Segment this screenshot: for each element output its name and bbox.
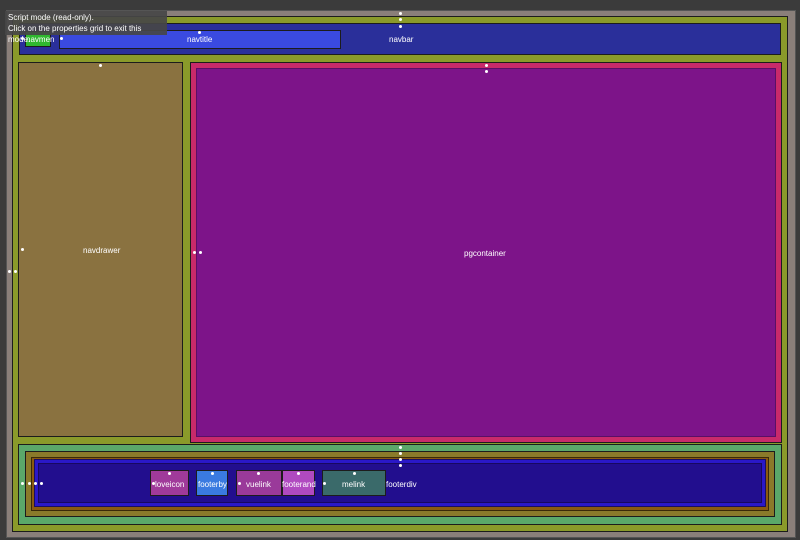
connector-dot bbox=[14, 270, 17, 273]
connector-dot bbox=[257, 472, 260, 475]
connector-dot bbox=[399, 12, 402, 15]
navdrawer-label: navdrawer bbox=[83, 246, 121, 255]
melink-label: melink bbox=[342, 480, 366, 489]
connector-dot bbox=[238, 482, 241, 485]
footerby-label: footerby bbox=[198, 480, 227, 489]
connector-dot bbox=[198, 31, 201, 34]
connector-dot bbox=[323, 482, 326, 485]
connector-dot bbox=[399, 18, 402, 21]
connector-dot bbox=[399, 464, 402, 467]
connector-dot bbox=[297, 472, 300, 475]
connector-dot bbox=[28, 482, 31, 485]
connector-dot bbox=[211, 472, 214, 475]
tooltip-line-2: Click on the properties grid to exit thi… bbox=[8, 24, 142, 44]
pgcontainer-label: pgcontainer bbox=[464, 249, 506, 258]
footerdiv-label: footerdiv bbox=[386, 480, 417, 489]
connector-dot bbox=[399, 452, 402, 455]
script-mode-tooltip: Script mode (read-only). Click on the pr… bbox=[5, 11, 167, 44]
connector-dot bbox=[399, 25, 402, 28]
connector-dot bbox=[8, 270, 11, 273]
connector-dot bbox=[152, 482, 155, 485]
connector-dot bbox=[353, 472, 356, 475]
navtitle-label: navtitle bbox=[187, 35, 213, 44]
connector-dot bbox=[485, 70, 488, 73]
loveicon-label: loveicon bbox=[155, 480, 185, 489]
vuelink-label: vuelink bbox=[246, 480, 271, 489]
connector-dot bbox=[485, 64, 488, 67]
window-top-bar bbox=[0, 0, 800, 10]
connector-dot bbox=[168, 472, 171, 475]
tooltip-line-1: Script mode (read-only). bbox=[8, 13, 94, 22]
connector-dot bbox=[193, 251, 196, 254]
connector-dot bbox=[21, 482, 24, 485]
connector-dot bbox=[99, 64, 102, 67]
navbar-label: navbar bbox=[389, 35, 414, 44]
connector-dot bbox=[399, 458, 402, 461]
connector-dot bbox=[399, 446, 402, 449]
footerand-label: footerand bbox=[282, 480, 316, 489]
connector-dot bbox=[34, 482, 37, 485]
connector-dot bbox=[199, 251, 202, 254]
connector-dot bbox=[21, 248, 24, 251]
connector-dot bbox=[40, 482, 43, 485]
